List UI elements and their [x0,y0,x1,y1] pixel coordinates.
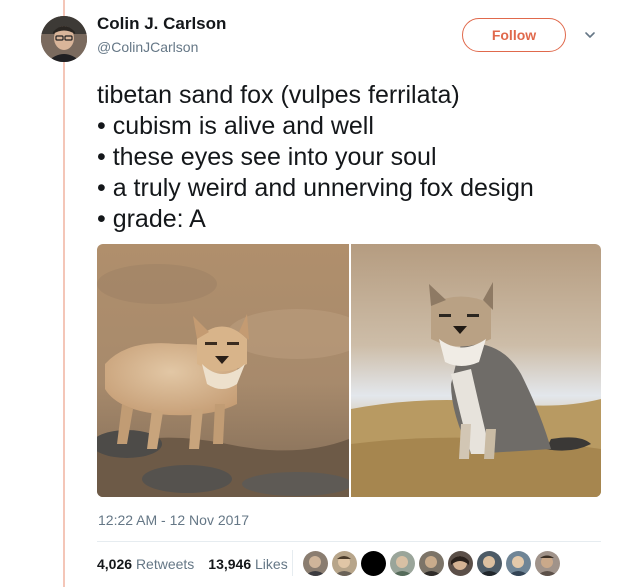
tweet-text: tibetan sand fox (vulpes ferrilata) • cu… [97,80,534,235]
thread-line [63,0,65,587]
tweet-line: • grade: A [97,205,206,233]
liker-avatar[interactable] [448,551,473,576]
liker-avatar[interactable] [477,551,502,576]
display-name[interactable]: Colin J. Carlson [97,14,226,34]
liker-avatar[interactable] [535,551,560,576]
user-handle[interactable]: @ColinJCarlson [97,39,198,55]
stats-separator [292,550,293,576]
chevron-down-icon[interactable] [583,28,597,42]
media-gallery [97,244,601,497]
liker-avatar[interactable] [303,551,328,576]
retweets-stat[interactable]: 4,026 Retweets [97,556,194,572]
liker-avatars [303,551,560,576]
liker-avatar[interactable] [390,551,415,576]
fox-photo-right[interactable] [351,244,601,497]
tweet-line: • these eyes see into your soul [97,143,437,171]
tweet-line: tibetan sand fox (vulpes ferrilata) [97,81,460,109]
likes-count: 13,946 [208,556,252,572]
likes-stat[interactable]: 13,946 Likes [208,556,287,572]
follow-button[interactable]: Follow [462,18,566,52]
tweet-line: • cubism is alive and well [97,112,374,140]
retweets-label: Retweets [135,556,195,572]
tweet-line: • a truly weird and unnerving fox design [97,174,534,202]
liker-avatar[interactable] [332,551,357,576]
divider [97,541,601,542]
retweets-count: 4,026 [97,556,133,572]
fox-photo-left[interactable] [97,244,349,497]
likes-label: Likes [255,556,288,572]
tweet-stats: 4,026 Retweets 13,946 Likes [97,556,288,572]
avatar[interactable] [41,16,87,62]
liker-avatar[interactable] [506,551,531,576]
liker-avatar[interactable] [361,551,386,576]
liker-avatar[interactable] [419,551,444,576]
tweet-timestamp[interactable]: 12:22 AM - 12 Nov 2017 [98,512,249,528]
